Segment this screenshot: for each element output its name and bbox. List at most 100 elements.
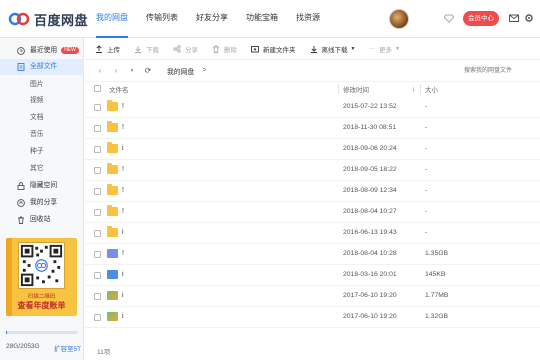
- file-name[interactable]: !: [122, 166, 124, 173]
- sidebar: 最近使用 NEW 全部文件 图片 视频 文档 音乐 种子 其它 隐藏空间 我的分享…: [0, 38, 84, 360]
- download-button[interactable]: 下载: [134, 44, 159, 54]
- tab-my-disk[interactable]: 我的网盘: [96, 0, 128, 38]
- file-name[interactable]: !: [122, 124, 124, 131]
- app-logo[interactable]: 百度网盘: [8, 9, 88, 29]
- avatar[interactable]: [389, 9, 409, 29]
- sidebar-item-recycle-bin[interactable]: 回收站: [0, 212, 84, 228]
- column-header-size[interactable]: 大小: [425, 84, 438, 94]
- file-name[interactable]: i: [122, 271, 124, 278]
- file-name[interactable]: i: [122, 145, 124, 152]
- breadcrumb: ‹ › ▼ ⟳ 我的网盘 >: [85, 60, 540, 82]
- column-divider: [420, 84, 421, 94]
- file-size: -: [425, 208, 428, 215]
- breadcrumb-separator: >: [202, 67, 207, 74]
- row-checkbox[interactable]: [94, 272, 101, 279]
- table-row[interactable]: i 2017-06-10 19:20 1.32GB: [85, 307, 540, 328]
- table-row[interactable]: ! 2015-07-22 13:52 -: [85, 97, 540, 118]
- row-checkbox[interactable]: [94, 230, 101, 237]
- column-header-name[interactable]: 文件名: [109, 84, 129, 94]
- annual-bill-promo[interactable]: 扫描二维码 查看年度账单: [6, 238, 77, 316]
- storage-bar: [6, 331, 78, 334]
- row-checkbox[interactable]: [94, 251, 101, 258]
- member-center-button[interactable]: 会员中心: [463, 11, 499, 26]
- lock-icon: [17, 182, 25, 190]
- chevron-down-icon[interactable]: ▼: [127, 66, 137, 76]
- tab-toolbox[interactable]: 功能宝箱: [246, 0, 278, 38]
- column-header-time[interactable]: 修改时间: [343, 84, 369, 94]
- forward-arrow-icon[interactable]: ›: [111, 66, 121, 76]
- table-row[interactable]: ! 2018-08-04 10:28 1.35GB: [85, 244, 540, 265]
- sidebar-item-label: 回收站: [30, 216, 51, 223]
- expand-storage-link[interactable]: 扩容至5T: [54, 343, 81, 353]
- table-row[interactable]: i 2018-09-06 20:24 -: [85, 139, 540, 160]
- table-row[interactable]: i 2017-06-10 19:20 1.77MB: [85, 286, 540, 307]
- table-row[interactable]: ! 2018-08-09 12:34 -: [85, 181, 540, 202]
- delete-button[interactable]: 删除: [212, 44, 237, 54]
- sidebar-item-documents[interactable]: 文档: [0, 110, 84, 126]
- table-row[interactable]: ! 2018-08-04 10:27 -: [85, 202, 540, 223]
- sidebar-item-music[interactable]: 音乐: [0, 127, 84, 143]
- row-checkbox[interactable]: [94, 209, 101, 216]
- file-name[interactable]: !: [122, 103, 124, 110]
- row-checkbox[interactable]: [94, 314, 101, 321]
- tab-transfer-list[interactable]: 传输列表: [146, 0, 178, 38]
- row-checkbox[interactable]: [94, 188, 101, 195]
- folder-icon: [107, 184, 118, 195]
- folder-icon: [107, 142, 118, 153]
- file-name[interactable]: !: [122, 250, 124, 257]
- back-arrow-icon[interactable]: ‹: [95, 66, 105, 76]
- file-size: 145KB: [425, 271, 446, 278]
- file-time: 2018-08-04 10:27: [343, 208, 397, 215]
- tab-friend-share[interactable]: 好友分享: [196, 0, 228, 38]
- sidebar-item-others[interactable]: 其它: [0, 161, 84, 177]
- tab-find-resources[interactable]: 找资源: [296, 0, 320, 38]
- table-row[interactable]: i 2018-03-16 20:01 145KB: [85, 265, 540, 286]
- sidebar-item-my-shares[interactable]: 我的分享: [0, 195, 84, 211]
- breadcrumb-root[interactable]: 我的网盘: [167, 66, 194, 76]
- sidebar-item-all-files[interactable]: 全部文件: [0, 59, 84, 75]
- refresh-icon[interactable]: ⟳: [143, 66, 153, 76]
- sort-down-icon[interactable]: ↓: [412, 86, 416, 93]
- file-name[interactable]: !: [122, 187, 124, 194]
- logo-text: 百度网盘: [34, 12, 89, 28]
- gear-icon[interactable]: [524, 13, 534, 23]
- select-all-checkbox[interactable]: [94, 85, 101, 92]
- table-row[interactable]: ! 2018-09-05 18:22 -: [85, 160, 540, 181]
- file-time: 2018-08-04 10:28: [343, 250, 397, 257]
- sidebar-item-label: 全部文件: [30, 63, 58, 70]
- sidebar-item-torrents[interactable]: 种子: [0, 144, 84, 160]
- upload-button[interactable]: 上传: [95, 44, 120, 54]
- new-folder-button[interactable]: 新建文件夹: [251, 44, 296, 54]
- sidebar-item-images[interactable]: 图片: [0, 77, 84, 93]
- file-time: 2015-07-22 13:52: [343, 103, 397, 110]
- mail-icon[interactable]: [509, 13, 519, 23]
- folder-icon: [107, 163, 118, 174]
- row-checkbox[interactable]: [94, 293, 101, 300]
- sidebar-item-recent[interactable]: 最近使用 NEW: [0, 43, 84, 59]
- diamond-icon[interactable]: [444, 13, 454, 23]
- file-time: 2018-03-16 20:01: [343, 271, 397, 278]
- folder-icon: [107, 100, 118, 111]
- row-checkbox[interactable]: [94, 104, 101, 111]
- file-size: -: [425, 187, 428, 194]
- table-row[interactable]: i 2016-06-13 19:43 -: [85, 223, 540, 244]
- row-checkbox[interactable]: [94, 125, 101, 132]
- share-label: 分享: [185, 46, 198, 54]
- sidebar-item-hidden-space[interactable]: 隐藏空间: [0, 178, 84, 194]
- column-divider: [338, 84, 339, 94]
- row-checkbox[interactable]: [94, 146, 101, 153]
- share-button[interactable]: 分享: [173, 44, 198, 54]
- search-input[interactable]: [464, 65, 534, 77]
- file-name[interactable]: i: [122, 229, 124, 236]
- sidebar-item-label: 隐藏空间: [30, 182, 58, 189]
- file-name[interactable]: i: [122, 313, 124, 320]
- offline-download-button[interactable]: 离线下载 ▼: [310, 44, 355, 54]
- table-row[interactable]: ! 2018-11-30 08:51 -: [85, 118, 540, 139]
- row-checkbox[interactable]: [94, 167, 101, 174]
- file-name[interactable]: !: [122, 208, 124, 215]
- video-icon: [107, 249, 118, 258]
- more-button[interactable]: ··· 更多 ▼: [369, 44, 399, 54]
- file-name[interactable]: i: [122, 292, 124, 299]
- sidebar-item-videos[interactable]: 视频: [0, 93, 84, 109]
- storage-bar-fill: [6, 331, 8, 334]
